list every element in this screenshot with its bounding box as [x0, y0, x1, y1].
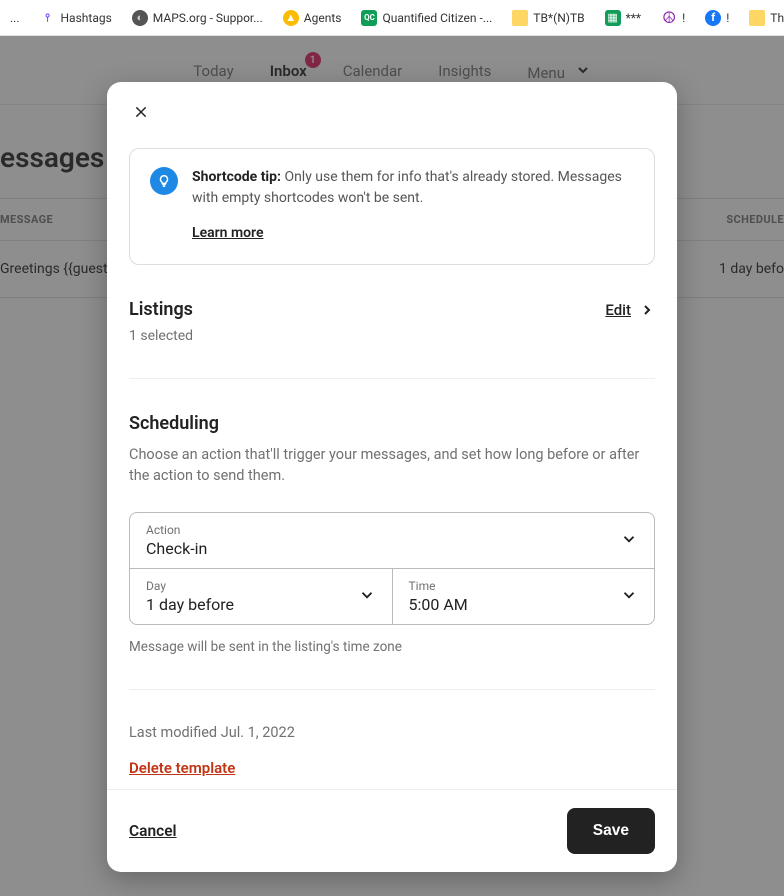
action-select[interactable]: Action Check-in	[130, 513, 654, 568]
bookmark-label: !	[682, 11, 685, 25]
bookmark-item[interactable]: The D	[743, 6, 784, 30]
modal-overlay[interactable]: Shortcode tip: Only use them for info th…	[0, 36, 784, 896]
folder-icon	[512, 10, 528, 26]
listings-title: Listings	[129, 299, 193, 320]
modal-footer: Cancel Save	[107, 789, 677, 872]
listings-section: Listings Edit 1 selected	[129, 299, 655, 344]
bookmark-label: Quantified Citizen -...	[382, 11, 492, 25]
bookmark-icon: QC	[361, 10, 377, 26]
action-value: Check-in	[146, 539, 638, 558]
close-button[interactable]	[127, 98, 155, 126]
bookmark-label: Hashtags	[61, 11, 112, 25]
bookmark-item[interactable]: ▲ Agents	[277, 6, 348, 30]
bookmark-item[interactable]: ...	[4, 7, 26, 29]
scheduling-fields: Action Check-in Day 1 day before Time 5:…	[129, 512, 655, 625]
last-modified: Last modified Jul. 1, 2022	[129, 724, 655, 741]
peace-icon: ☮	[661, 10, 677, 26]
day-label: Day	[146, 579, 376, 593]
folder-icon	[749, 10, 765, 26]
bookmark-item[interactable]: ⫯ Hashtags	[34, 6, 118, 30]
bookmark-label: Agents	[304, 11, 342, 25]
shortcode-tip: Shortcode tip: Only use them for info th…	[129, 148, 655, 265]
timezone-hint: Message will be sent in the listing's ti…	[129, 639, 655, 655]
bookmark-item[interactable]: ▦ ***	[599, 6, 648, 30]
bookmark-item[interactable]: TB*(N)TB	[506, 6, 590, 30]
bookmark-label: ...	[10, 11, 20, 25]
day-value: 1 day before	[146, 595, 376, 614]
save-button[interactable]: Save	[567, 808, 655, 854]
modal-body: Shortcode tip: Only use them for info th…	[107, 126, 677, 789]
bookmark-label: ***	[626, 11, 642, 25]
scheduling-title: Scheduling	[129, 413, 655, 434]
bookmarks-bar: ... ⫯ Hashtags ◐ MAPS.org - Suppor... ▲ Age…	[0, 0, 784, 36]
bookmark-item[interactable]: ◐ MAPS.org - Suppor...	[126, 6, 269, 30]
lightbulb-icon	[150, 167, 178, 195]
time-value: 5:00 AM	[409, 595, 639, 614]
edit-label: Edit	[605, 301, 631, 319]
action-label: Action	[146, 523, 638, 537]
time-select[interactable]: Time 5:00 AM	[393, 569, 655, 624]
bookmark-item[interactable]: QC Quantified Citizen -...	[355, 6, 498, 30]
chevron-right-icon	[639, 302, 655, 318]
chevron-down-icon	[358, 586, 376, 608]
edit-listings-link[interactable]: Edit	[605, 301, 655, 319]
bookmark-label: MAPS.org - Suppor...	[153, 11, 263, 25]
modal: Shortcode tip: Only use them for info th…	[107, 82, 677, 872]
bookmark-icon: ▲	[283, 10, 299, 26]
chevron-down-icon	[620, 586, 638, 608]
bookmark-label: TB*(N)TB	[533, 11, 584, 25]
close-icon	[134, 105, 148, 119]
bookmark-icon: ⫯	[40, 10, 56, 26]
tip-text: Shortcode tip: Only use them for info th…	[192, 167, 634, 244]
bookmark-label: The D	[770, 11, 784, 25]
listings-selected-count: 1 selected	[129, 328, 655, 344]
scheduling-description: Choose an action that'll trigger your me…	[129, 444, 655, 486]
time-label: Time	[409, 579, 639, 593]
day-select[interactable]: Day 1 day before	[130, 569, 393, 624]
tip-label: Shortcode tip:	[192, 169, 281, 185]
bookmark-item[interactable]: f!	[699, 6, 735, 30]
bookmark-item[interactable]: ☮!	[655, 6, 691, 30]
chevron-down-icon	[620, 530, 638, 552]
learn-more-link[interactable]: Learn more	[192, 223, 634, 244]
delete-template-link[interactable]: Delete template	[129, 759, 235, 777]
bookmark-label: !	[726, 11, 729, 25]
bookmark-icon: ◐	[132, 10, 148, 26]
bookmark-icon: ▦	[605, 10, 621, 26]
cancel-button[interactable]: Cancel	[129, 822, 177, 840]
facebook-icon: f	[705, 10, 721, 26]
scheduling-section: Scheduling Choose an action that'll trig…	[129, 413, 655, 655]
